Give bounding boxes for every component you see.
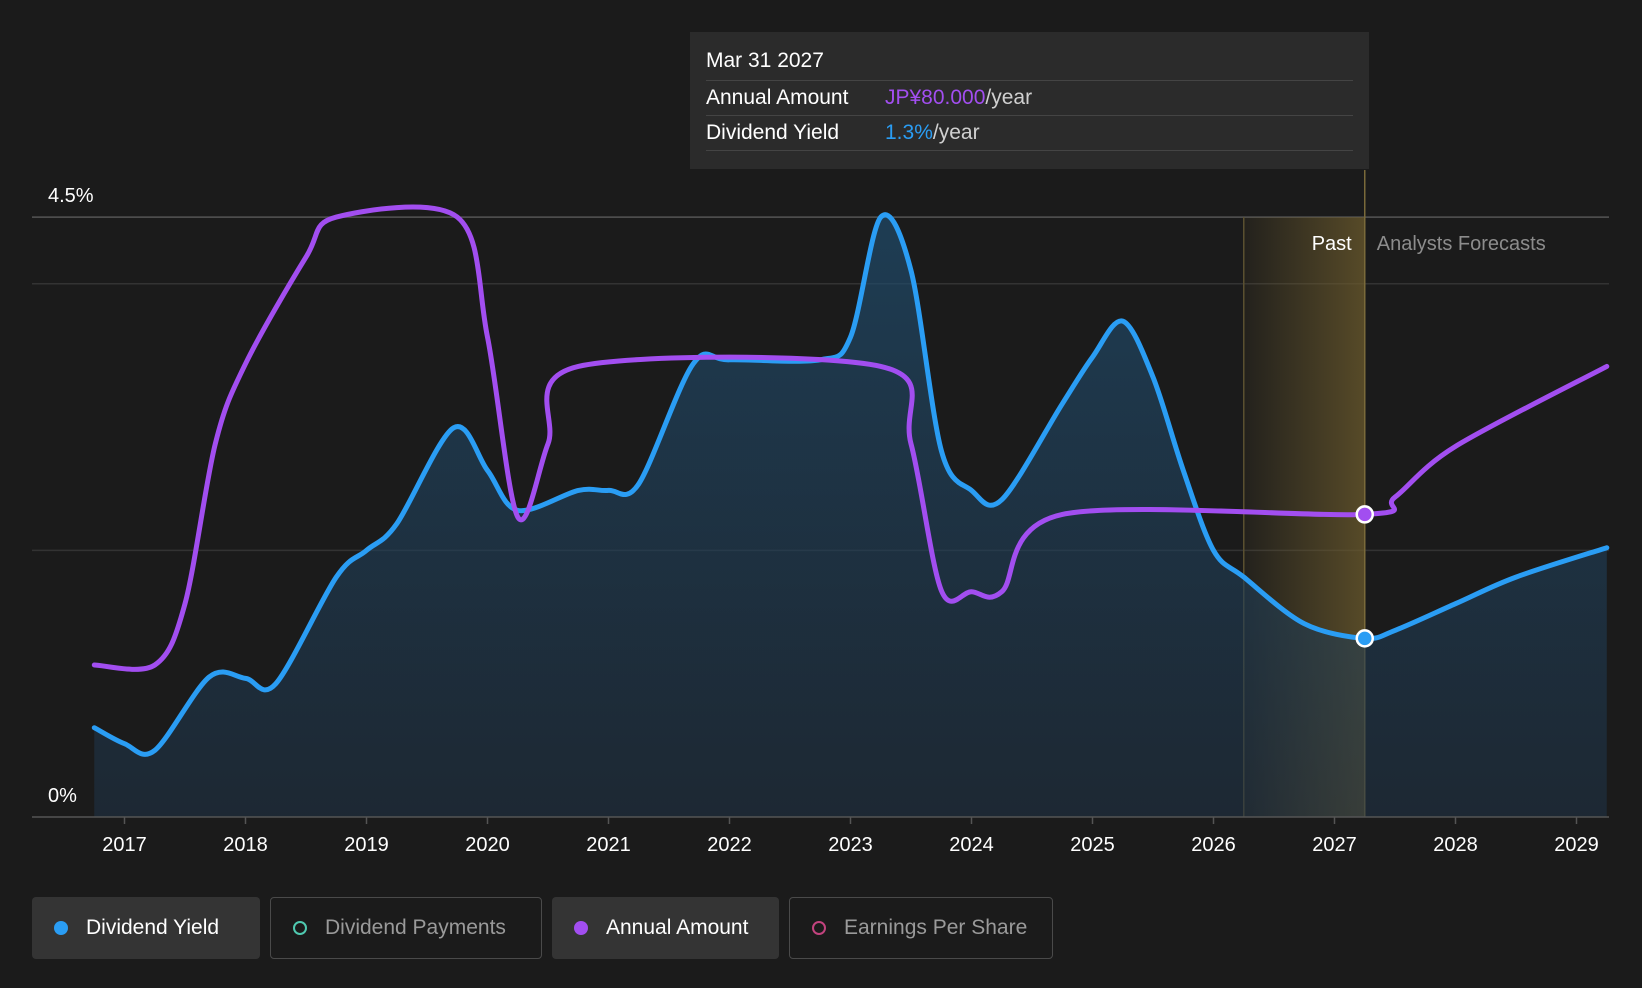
- tooltip: Mar 31 2027 Annual Amount JP¥80.000 /yea…: [690, 32, 1369, 169]
- dividend_yield-marker: [1355, 629, 1374, 648]
- x-axis: 2017 2018 2019 2020 2021 2022 2023 2024 2025 2026…: [32, 816, 1609, 856]
- legend-label: Annual Amount: [606, 916, 749, 939]
- tooltip-date: Mar 31 2027: [706, 46, 1353, 81]
- x-tick-label: 2023: [828, 834, 873, 856]
- past-label: Past: [1312, 233, 1352, 255]
- dividend_yield-area: [94, 214, 1607, 817]
- legend-earnings-per-share-button[interactable]: Earnings Per Share: [789, 897, 1053, 959]
- tooltip-value: JP¥80.000: [885, 86, 986, 109]
- legend-dividend-yield-button[interactable]: Dividend Yield: [32, 897, 260, 959]
- legend-label: Dividend Payments: [325, 916, 506, 939]
- forecast-label: Analysts Forecasts: [1377, 233, 1546, 255]
- tooltip-unit: /year: [985, 86, 1033, 109]
- x-tick-label: 2029: [1554, 834, 1599, 856]
- x-tick-label: 2024: [949, 834, 994, 856]
- x-tick-label: 2025: [1070, 834, 1115, 856]
- y-tick-label: 0%: [48, 785, 77, 807]
- tooltip-unit: /year: [932, 121, 980, 144]
- x-tick-label: 2022: [707, 834, 752, 856]
- x-tick-label: 2021: [586, 834, 631, 856]
- legend-dividend-payments-button[interactable]: Dividend Payments: [270, 897, 542, 959]
- legend-ring-icon: [293, 921, 307, 935]
- x-tick-label: 2019: [344, 834, 389, 856]
- legend-annual-amount-button[interactable]: Annual Amount: [552, 897, 779, 959]
- x-tick-label: 2020: [465, 834, 510, 856]
- tooltip-label: Annual Amount: [706, 86, 849, 109]
- x-tick-label: 2018: [223, 834, 268, 856]
- legend-ring-icon: [812, 921, 826, 935]
- tooltip-label: Dividend Yield: [706, 121, 840, 144]
- legend-dot-icon: [54, 921, 68, 935]
- series: [91, 204, 1610, 817]
- legend-label: Dividend Yield: [86, 916, 220, 939]
- legend-dot-icon: [574, 921, 588, 935]
- tooltip-row-annual-amount: Annual Amount JP¥80.000 /year: [706, 81, 1353, 116]
- x-tick-label: 2027: [1312, 834, 1357, 856]
- tooltip-row-dividend-yield: Dividend Yield 1.3% /year: [706, 116, 1353, 151]
- x-tick-label: 2017: [102, 834, 147, 856]
- x-tick-label: 2026: [1191, 834, 1236, 856]
- y-tick-label: 4.5%: [48, 185, 94, 207]
- legend-label: Earnings Per Share: [844, 916, 1028, 939]
- legend: Dividend Yield Dividend Payments Annual …: [32, 897, 1063, 959]
- annual_amount-marker: [1355, 505, 1374, 524]
- tooltip-value: 1.3%: [885, 121, 933, 144]
- x-tick-label: 2028: [1433, 834, 1478, 856]
